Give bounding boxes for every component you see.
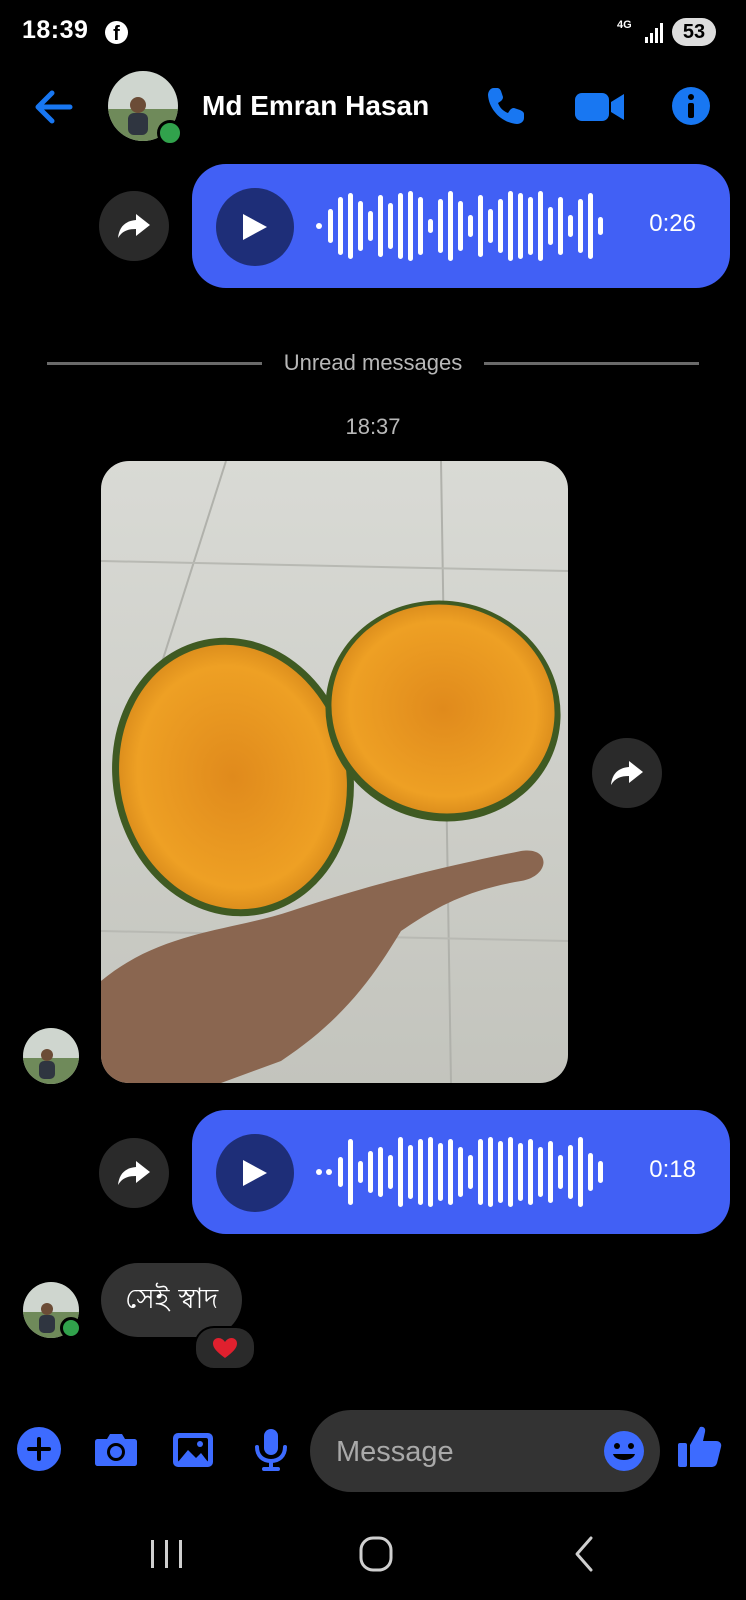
play-button[interactable]: [216, 188, 294, 266]
play-button[interactable]: [216, 1134, 294, 1212]
waveform: [316, 191, 603, 261]
forward-icon: [611, 761, 643, 785]
phone-icon[interactable]: [484, 84, 528, 128]
voice-duration: 0:18: [649, 1156, 696, 1183]
divider-line-left: [47, 362, 262, 365]
back-arrow-icon[interactable]: [30, 85, 80, 129]
info-icon[interactable]: [671, 86, 711, 126]
play-icon: [243, 1160, 267, 1186]
mic-icon[interactable]: [247, 1425, 295, 1473]
online-status-dot: [157, 120, 183, 146]
waveform: [316, 1137, 603, 1207]
photo-message[interactable]: [101, 461, 568, 1083]
signal-icon: [645, 23, 663, 43]
mango-photo: [101, 461, 568, 1083]
camera-icon[interactable]: [92, 1425, 140, 1473]
play-icon: [243, 214, 267, 240]
message-timestamp: 18:37: [345, 414, 401, 439]
voice-message-bubble[interactable]: 0:18: [192, 1110, 730, 1234]
contact-name[interactable]: Md Emran Hasan: [202, 90, 429, 122]
thumbs-up-icon[interactable]: [676, 1423, 724, 1471]
forward-button[interactable]: [99, 1138, 169, 1208]
sender-avatar[interactable]: [23, 1028, 79, 1084]
home-icon[interactable]: [346, 1530, 406, 1580]
forward-icon: [118, 1161, 150, 1185]
message-text: সেই স্বাদ: [125, 1281, 219, 1315]
unread-divider-label: Unread messages: [283, 350, 463, 375]
gallery-icon[interactable]: [169, 1425, 217, 1473]
heart-icon: [213, 1338, 237, 1358]
voice-duration: 0:26: [649, 210, 696, 237]
recent-apps-icon[interactable]: [137, 1530, 197, 1580]
battery-indicator: 53: [672, 18, 716, 46]
forward-button[interactable]: [99, 191, 169, 261]
plus-icon[interactable]: [15, 1425, 63, 1473]
message-input-container[interactable]: [310, 1410, 660, 1492]
voice-message-bubble[interactable]: 0:26: [192, 164, 730, 288]
forward-icon: [118, 214, 150, 238]
status-time: 18:39: [22, 16, 89, 44]
network-type: 4G: [617, 19, 632, 31]
divider-line-right: [484, 362, 699, 365]
reaction-badge[interactable]: [194, 1326, 256, 1370]
back-icon[interactable]: [555, 1530, 615, 1580]
facebook-icon: f: [105, 21, 128, 44]
online-status-dot: [60, 1317, 82, 1339]
message-input[interactable]: [334, 1430, 578, 1474]
emoji-icon[interactable]: [602, 1429, 646, 1473]
video-camera-icon[interactable]: [574, 88, 626, 126]
forward-button[interactable]: [592, 738, 662, 808]
